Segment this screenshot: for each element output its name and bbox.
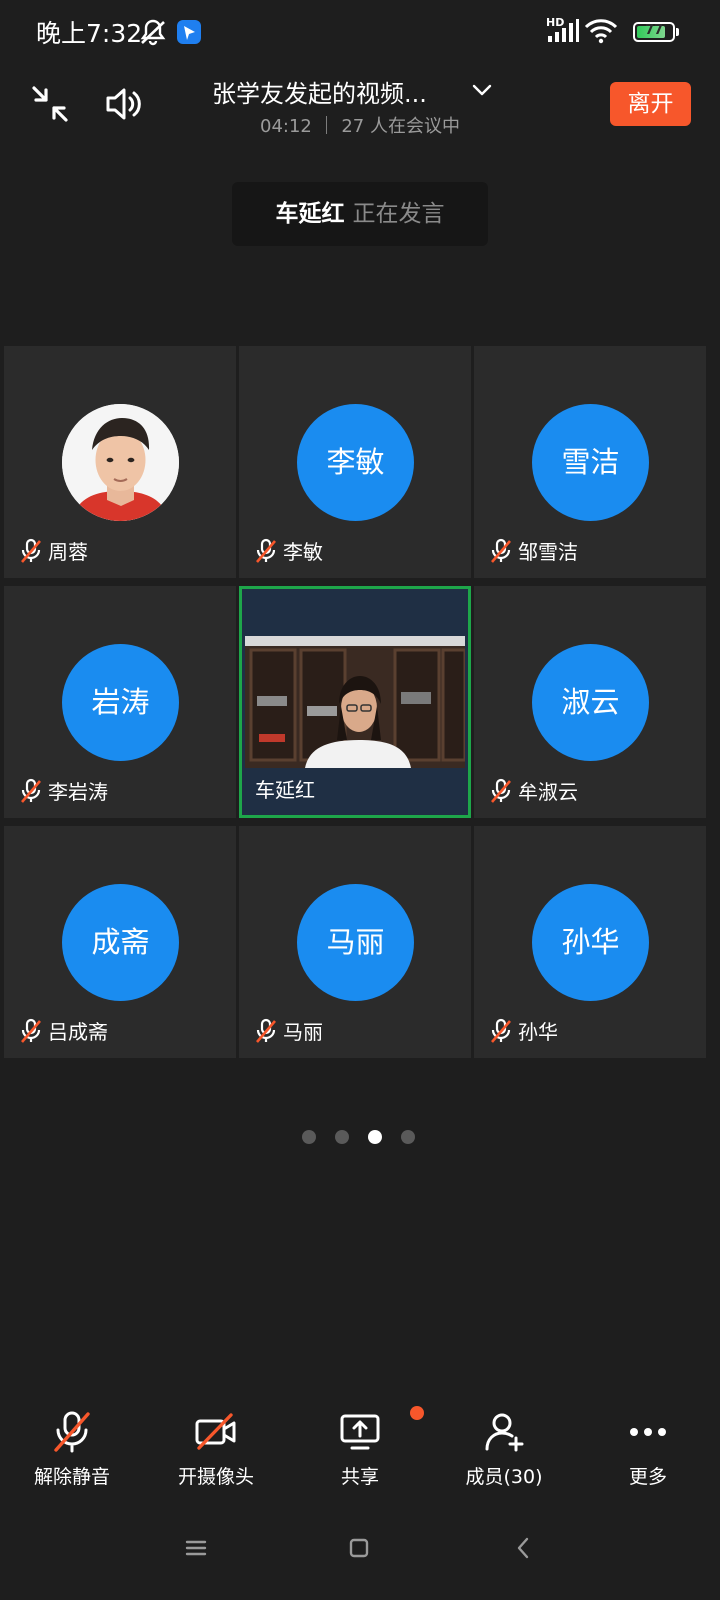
participant-tile[interactable]: 淑云 牟淑云 [474,586,706,818]
camera-button[interactable]: 开摄像头 [144,1400,288,1500]
participant-name: 牟淑云 [490,776,578,805]
mic-muted-icon [491,778,511,803]
participant-avatar: 李敏 [297,404,414,521]
mic-muted-icon [21,778,41,803]
participant-avatar: 雪洁 [532,404,649,521]
meeting-screen: 晚上7:32 HD 77 张学友发起的视频... 04:12 ｜ 27 人在会议… [0,0,720,1600]
participant-name: 邹雪洁 [490,536,578,565]
chevron-down-icon[interactable] [470,78,494,106]
participant-name-text: 吕成斋 [48,1020,108,1044]
participant-name-text: 车延红 [255,778,315,802]
meeting-title[interactable]: 张学友发起的视频... [212,74,472,109]
app-notification-icon [176,19,202,49]
more-button[interactable]: 更多 [576,1400,720,1500]
participant-name: 吕成斋 [20,1016,108,1045]
add-member-icon [485,1413,524,1452]
members-label: 成员(30) [465,1466,543,1488]
mic-muted-icon [21,1018,41,1043]
unmute-label: 解除静音 [33,1466,110,1488]
camera-off-icon [195,1413,236,1450]
active-speaker-tile[interactable]: 车延红 [239,586,471,818]
page-dot[interactable] [335,1130,349,1144]
share-badge-dot [410,1406,424,1420]
status-bar: 晚上7:32 HD 77 [0,0,720,66]
participant-name-text: 邹雪洁 [518,540,578,564]
speaker-icon[interactable] [102,82,146,130]
mic-muted-icon [491,538,511,563]
more-icon [630,1428,666,1436]
bell-off-icon [138,17,168,51]
meeting-subtitle: 04:12 ｜ 27 人在会议中 [260,116,460,137]
meeting-toolbar: 解除静音 开摄像头 共享 成员(30) 更多 [0,1400,720,1510]
participant-tile[interactable]: 李敏 李敏 [239,346,471,578]
mic-off-icon [54,1411,90,1453]
participant-avatar: 淑云 [532,644,649,761]
wifi-icon [584,18,618,48]
mic-muted-icon [491,1018,511,1043]
participant-tile[interactable]: 孙华 孙华 [474,826,706,1058]
back-icon[interactable] [510,1534,538,1566]
participant-tile[interactable]: 马丽 马丽 [239,826,471,1058]
participant-name-text: 牟淑云 [518,780,578,804]
participant-tile[interactable]: 成斋 吕成斋 [4,826,236,1058]
system-nav-bar [0,1530,720,1580]
battery-cap [676,28,679,36]
mic-muted-icon [21,538,41,563]
speaker-name: 车延红 [275,201,345,227]
menu-icon[interactable] [182,1534,210,1566]
home-icon[interactable] [345,1534,373,1566]
battery-icon: 77 [633,22,675,42]
participant-video [245,636,465,768]
participant-avatar: 马丽 [297,884,414,1001]
page-dot-current[interactable] [368,1130,382,1144]
page-dot[interactable] [401,1130,415,1144]
camera-label: 开摄像头 [177,1466,254,1488]
participant-avatar: 岩涛 [62,644,179,761]
participant-name: 车延红 [255,774,315,803]
participant-name: 周蓉 [20,536,88,565]
minimize-icon[interactable] [28,82,72,130]
participant-avatar: 成斋 [62,884,179,1001]
battery-level: 77 [644,23,664,38]
page-dot[interactable] [302,1130,316,1144]
participant-tile[interactable]: 雪洁 邹雪洁 [474,346,706,578]
participant-avatar: 孙华 [532,884,649,1001]
participant-name: 孙华 [490,1016,558,1045]
unmute-button[interactable]: 解除静音 [0,1400,144,1500]
share-screen-icon [340,1414,380,1450]
participant-tile[interactable]: 岩涛 李岩涛 [4,586,236,818]
participant-tile[interactable]: 周蓉 [4,346,236,578]
members-button[interactable]: 成员(30) [432,1400,576,1500]
participant-name-text: 周蓉 [48,540,88,564]
status-time: 晚上7:32 [36,19,143,48]
participant-name: 马丽 [255,1016,323,1045]
participant-name-text: 李敏 [283,540,323,564]
participant-name-text: 李岩涛 [48,780,108,804]
mic-muted-icon [256,538,276,563]
speaker-status: 正在发言 [352,201,445,227]
speaking-indicator: 车延红 正在发言 [232,182,488,246]
participant-name-text: 孙华 [518,1020,558,1044]
mic-muted-icon [256,1018,276,1043]
participant-name: 李岩涛 [20,776,108,805]
more-label: 更多 [628,1466,667,1488]
participant-name-text: 马丽 [283,1020,323,1044]
share-label: 共享 [340,1466,379,1488]
participant-name: 李敏 [255,536,323,565]
leave-button[interactable]: 离开 [610,82,691,126]
participant-photo [62,404,179,521]
